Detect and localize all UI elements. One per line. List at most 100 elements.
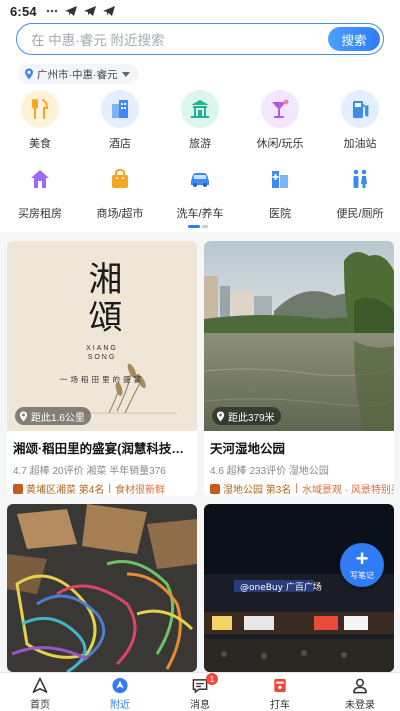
telegram-icon	[102, 6, 115, 16]
category-label: 便民/厕所	[336, 208, 384, 220]
location-selector[interactable]: 广州市·中惠·睿元	[18, 64, 138, 84]
nav-profile[interactable]: 未登录	[320, 673, 400, 711]
category-travel[interactable]: 旅游	[160, 90, 240, 160]
distance-text: 距此1.6公里	[31, 412, 85, 424]
travel-icon	[181, 90, 219, 128]
poi-title: 湘颂·稻田里的盛宴(润慧科技园店)	[13, 442, 195, 456]
telegram-icon	[64, 6, 77, 16]
page-indicator	[188, 225, 212, 229]
svg-text:@oneBuy 广百广场: @oneBuy 广百广场	[240, 581, 322, 593]
wetland-photo	[204, 241, 394, 431]
category-carwash[interactable]: 洗车/养车	[160, 160, 240, 230]
rank-tag: 湿地公园 第3名	[210, 481, 291, 496]
telegram-icon	[83, 6, 96, 16]
category-row-2: 买房租房 商场/超市 洗车/养车 医院 便民/厕所	[0, 160, 400, 230]
category-label: 加油站	[343, 138, 377, 150]
tag-separator: |	[108, 483, 111, 494]
poi-meta: 4.7 超棒 20评价 湘菜 半年销量376	[13, 466, 166, 477]
user-icon	[353, 678, 367, 694]
poi-image: 距此379米	[204, 241, 394, 431]
rank-text: 湿地公园 第3名	[223, 485, 292, 496]
poi-title: 天河湿地公园	[210, 442, 286, 456]
poster-sub2: SONG	[87, 354, 117, 361]
category-grid: 美食 酒店 旅游 休闲/玩乐 加油站 买房租房 商场/超市 洗车/养车 医院 便…	[0, 90, 400, 230]
poster-sub1: XIANG	[86, 345, 118, 352]
car-icon	[181, 160, 219, 198]
bottom-nav: 首页 附近 消息 1 打车 未登录	[0, 672, 400, 711]
distance-chip: 距此379米	[212, 407, 281, 425]
nav-label: 附近	[110, 700, 130, 711]
category-label: 美食	[29, 138, 51, 150]
fab-label: 写笔记	[350, 571, 374, 580]
category-label: 商场/超市	[96, 208, 144, 220]
category-row-1: 美食 酒店 旅游 休闲/玩乐 加油站	[0, 90, 400, 160]
nav-nearby[interactable]: 附近	[80, 673, 160, 711]
category-label: 休闲/玩乐	[256, 138, 304, 150]
category-gas-station[interactable]: 加油站	[320, 90, 400, 160]
nav-label: 首页	[30, 700, 50, 711]
poster-tagline: 一场稻田里的盛宴	[60, 375, 144, 384]
page-dot	[202, 225, 208, 228]
distance-text: 距此379米	[228, 412, 275, 424]
leisure-icon	[261, 90, 299, 128]
nav-label: 打车	[270, 700, 290, 711]
taxi-icon	[274, 678, 286, 693]
category-mall[interactable]: 商场/超市	[80, 160, 160, 230]
rank-text: 黄埔区湘菜 第4名	[26, 485, 105, 496]
location-pin-icon	[25, 68, 33, 80]
rank-badge-icon	[13, 484, 23, 494]
poi-image: @oneBuy 广百广场	[204, 504, 394, 672]
category-label: 旅游	[189, 138, 211, 150]
rank-tag: 黄埔区湘菜 第4名	[13, 481, 104, 496]
poi-card[interactable]	[7, 504, 197, 672]
poi-tags: 湿地公园 第3名 | 水域景观 · 风景特别美	[210, 481, 394, 496]
hotel-icon	[101, 90, 139, 128]
plus-icon: +	[355, 546, 369, 571]
category-hotel[interactable]: 酒店	[80, 90, 160, 160]
category-food[interactable]: 美食	[0, 90, 80, 160]
poster-title: 湘頌	[82, 261, 122, 337]
nav-label: 未登录	[345, 700, 375, 711]
rank-badge-icon	[210, 484, 220, 494]
nav-label: 消息	[190, 700, 210, 711]
toilet-icon	[341, 160, 379, 198]
write-note-button[interactable]: + 写笔记	[340, 543, 384, 587]
nav-home[interactable]: 首页	[0, 673, 80, 711]
category-label: 医院	[269, 208, 291, 220]
status-bar: 6:54	[0, 0, 400, 22]
poi-card[interactable]: 湘頌 XIANG SONG 一场稻田里的盛宴 距此1.6公里 湘颂·稻田里的盛宴…	[7, 241, 197, 496]
poi-image: 湘頌 XIANG SONG 一场稻田里的盛宴 距此1.6公里	[7, 241, 197, 431]
house-icon	[21, 160, 59, 198]
hospital-icon	[261, 160, 299, 198]
dots-icon	[46, 9, 58, 13]
distance-chip: 距此1.6公里	[15, 407, 91, 425]
location-label: 广州市·中惠·睿元	[37, 68, 118, 81]
poi-card[interactable]: @oneBuy 广百广场	[204, 504, 394, 672]
category-label: 买房租房	[18, 208, 62, 220]
feature-tag: 食材很新鲜	[114, 485, 165, 496]
gas-station-icon	[341, 90, 379, 128]
nearby-pin-icon	[112, 677, 128, 694]
search-button[interactable]: 搜索	[328, 27, 380, 51]
poi-tags: 黄埔区湘菜 第4名 | 食材很新鲜	[13, 481, 197, 496]
category-toilet[interactable]: 便民/厕所	[320, 160, 400, 230]
nav-taxi[interactable]: 打车	[240, 673, 320, 711]
poi-card[interactable]: 距此379米 天河湿地公园 4.6 超棒 233评价 湿地公园 湿地公园 第3名…	[204, 241, 394, 496]
search-input[interactable]: 在 中惠·睿元 附近搜索 搜索	[16, 23, 384, 55]
page-dot-active	[188, 225, 200, 228]
category-hospital[interactable]: 医院	[240, 160, 320, 230]
poi-meta: 4.6 超棒 233评价 湿地公园	[210, 466, 329, 477]
category-label: 酒店	[109, 138, 131, 150]
home-arrow-icon	[32, 677, 48, 693]
tag-separator: |	[295, 483, 298, 494]
poi-image	[7, 504, 197, 672]
nav-messages[interactable]: 消息 1	[160, 673, 240, 711]
location-pin-icon	[19, 411, 28, 421]
category-house[interactable]: 买房租房	[0, 160, 80, 230]
unread-badge: 1	[206, 673, 218, 685]
status-time: 6:54	[10, 3, 37, 19]
chevron-down-icon	[121, 71, 130, 77]
location-pin-icon	[216, 411, 225, 421]
shopping-bag-icon	[101, 160, 139, 198]
category-leisure[interactable]: 休闲/玩乐	[240, 90, 320, 160]
